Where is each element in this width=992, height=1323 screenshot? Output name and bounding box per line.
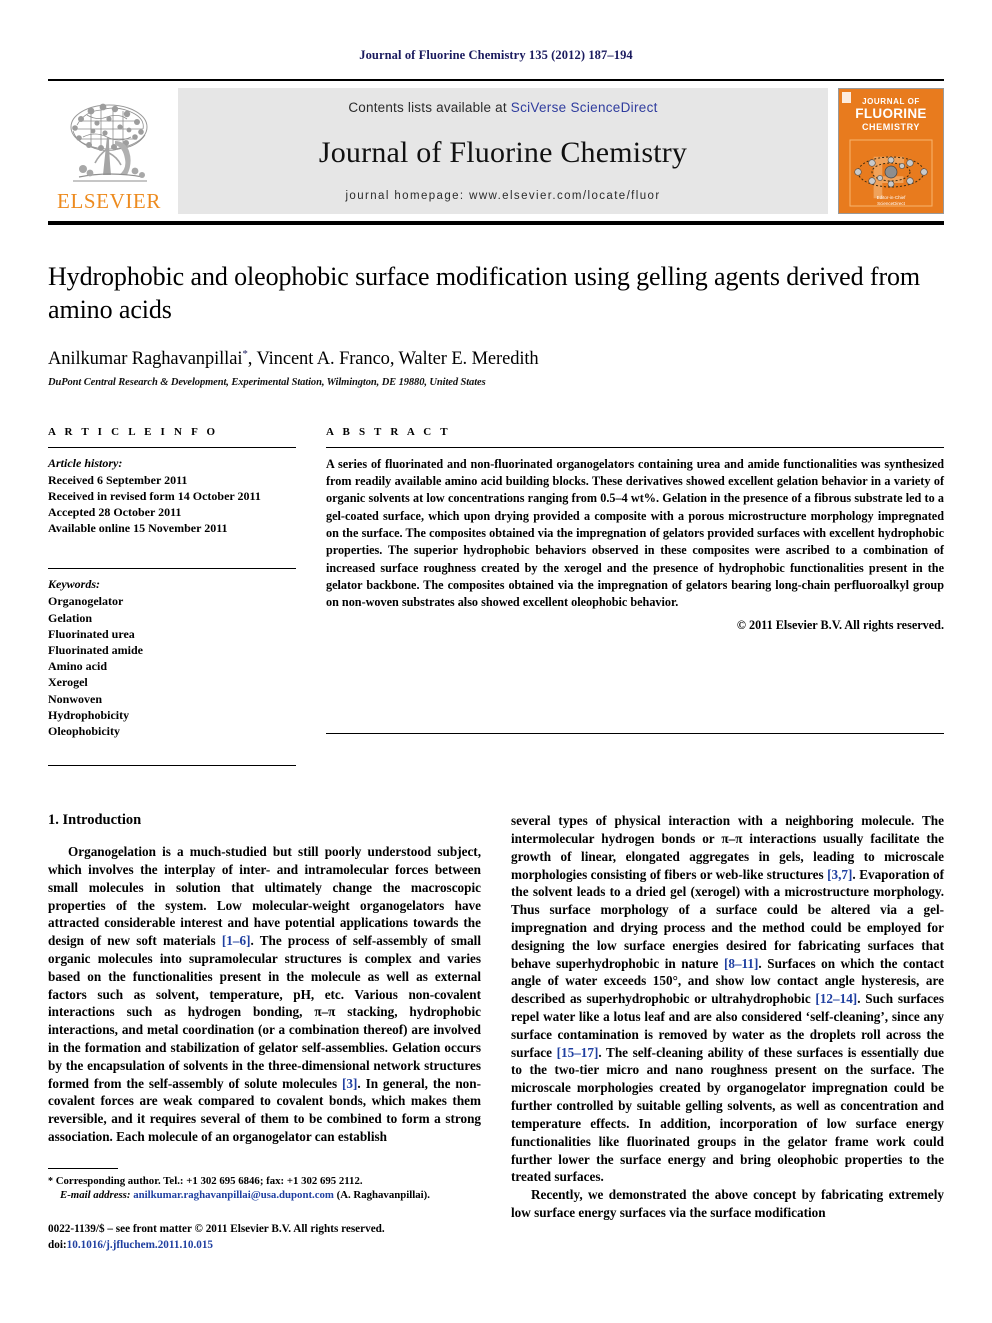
email-note: E-mail address: anilkumar.raghavanpillai… [48,1188,481,1203]
keyword-item: Gelation [48,610,92,625]
email-suffix: (A. Raghavanpillai). [336,1189,430,1202]
body-column-left: 1. Introduction Organogelation is a much… [48,812,481,1253]
doi-label: doi: [48,1239,67,1252]
affiliation: DuPont Central Research & Development, E… [48,376,486,388]
citation-3-7[interactable]: [3,7] [827,867,852,882]
abstract-heading: A B S T R A C T [326,425,451,438]
doi-line: doi:10.1016/j.jfluchem.2011.10.015 [48,1237,481,1253]
running-head: Journal of Fluorine Chemistry 135 (2012)… [359,48,633,62]
doi-link[interactable]: 10.1016/j.jfluchem.2011.10.015 [67,1239,213,1251]
keyword-item: Hydrophobicity [48,707,130,722]
keyword-item: Oleophobicity [48,723,121,738]
article-title: Hydrophobic and oleophobic surface modif… [48,262,921,324]
article-page: Journal of Fluorine Chemistry 135 (2012)… [0,0,992,1323]
cover-title-line3: CHEMISTRY [861,121,921,132]
author-primary: Anilkumar Raghavanpillai [48,348,243,369]
contents-available-line: Contents lists available at SciVerse Sci… [348,100,657,115]
keywords-rule [48,568,296,570]
citation-1-6[interactable]: [1–6] [222,933,251,948]
abstract-bottom-rule [326,732,944,734]
body-two-columns: 1. Introduction Organogelation is a much… [48,812,944,1253]
elsevier-logo: ELSEVIER [48,88,170,214]
footnote-rule [48,1167,118,1169]
footnote-star-icon: * [48,1175,53,1187]
article-history-label: Article history: [48,455,123,470]
journal-banner: ELSEVIER Contents lists available at Sci… [48,79,944,225]
citation-12-14[interactable]: [12–14] [815,991,857,1006]
history-received: Received 6 September 2011 [48,472,188,487]
intro-text-b: . The process of self-assembly of small … [48,933,481,1091]
citation-3[interactable]: [3] [342,1076,357,1091]
footnote-block: * Corresponding author. Tel.: +1 302 695… [48,1167,481,1254]
keyword-item: Nonwoven [48,691,103,706]
keywords-block: Keywords: Organogelator Gelation Fluorin… [48,568,296,739]
author-rest: , Vincent A. Franco, Walter E. Meredith [247,348,539,369]
intro-right-e: . The self-cleaning ability of these sur… [511,1044,945,1185]
history-accepted: Accepted 28 October 2011 [48,505,182,520]
cover-footer: Editor-in-Chief ScienceDirect [839,195,943,209]
corresponding-author-note: * Corresponding author. Tel.: +1 302 695… [48,1174,481,1189]
history-revised: Received in revised form 14 October 2011 [48,488,261,503]
intro-paragraph-right-1: several types of physical interaction wi… [511,812,944,1186]
section-title-introduction: 1. Introduction [48,812,142,829]
citation-8-11[interactable]: [8–11] [724,956,758,971]
article-info-column: A R T I C L E I N F O Article history: R… [48,425,296,767]
cover-title-line2: FLUORINE [855,106,927,122]
keyword-item: Fluorinated amide [48,642,143,657]
elsevier-tree-icon [70,103,148,182]
email-link[interactable]: anilkumar.raghavanpillai@usa.dupont.com [133,1189,334,1201]
journal-cover-thumbnail[interactable]: JOURNAL OF FLUORINE CHEMISTRY F [838,88,944,214]
keywords-label: Keywords: [48,577,100,592]
intro-paragraph-right-2: Recently, we demonstrated the above conc… [511,1187,944,1220]
banner-bottom-rule [48,221,944,225]
keyword-item: Organogelator [48,594,124,609]
abstract-column: A B S T R A C T A series of fluorinated … [326,426,944,766]
journal-title: Journal of Fluorine Chemistry [318,136,688,169]
cover-title-line1: JOURNAL OF [862,97,920,106]
cover-footer-line2: ScienceDirect [877,201,905,207]
elsevier-wordmark: ELSEVIER [57,189,161,213]
article-info-bottom-rule [48,765,296,767]
intro-paragraph-left: Organogelation is a much-studied but sti… [48,843,481,1146]
sciencedirect-link[interactable]: SciVerse ScienceDirect [511,100,658,115]
keyword-item: Fluorinated urea [48,626,135,641]
cover-corner-mark [842,92,851,103]
imprint-block: 0022-1139/$ – see front matter © 2011 El… [48,1221,481,1253]
cover-footer-line1: Editor-in-Chief [876,194,906,200]
article-info-heading: A R T I C L E I N F O [48,425,219,438]
abstract-text: A series of fluorinated and non-fluorina… [326,456,944,610]
journal-banner-center: Contents lists available at SciVerse Sci… [178,88,828,214]
history-available-online: Available online 15 November 2011 [48,521,228,536]
journal-homepage-link[interactable]: journal homepage: www.elsevier.com/locat… [345,190,660,202]
citation-15-17[interactable]: [15–17] [557,1045,599,1060]
keyword-item: Xerogel [48,675,88,690]
issn-line: 0022-1139/$ – see front matter © 2011 El… [48,1223,385,1236]
email-label: E-mail address: [60,1189,131,1202]
contents-prefix: Contents lists available at [348,100,507,115]
keyword-item: Amino acid [48,659,108,674]
info-abstract-section: A R T I C L E I N F O Article history: R… [48,425,944,767]
abstract-copyright: © 2011 Elsevier B.V. All rights reserved… [736,617,944,632]
abstract-rule [326,446,944,448]
body-column-right: several types of physical interaction wi… [511,812,944,1253]
cover-title: JOURNAL OF FLUORINE CHEMISTRY [855,97,927,132]
title-block: Hydrophobic and oleophobic surface modif… [48,261,944,388]
corresponding-author-text: Corresponding author. Tel.: +1 302 695 6… [55,1174,363,1187]
article-info-rule [48,446,296,448]
author-list: Anilkumar Raghavanpillai*, Vincent A. Fr… [48,348,944,370]
